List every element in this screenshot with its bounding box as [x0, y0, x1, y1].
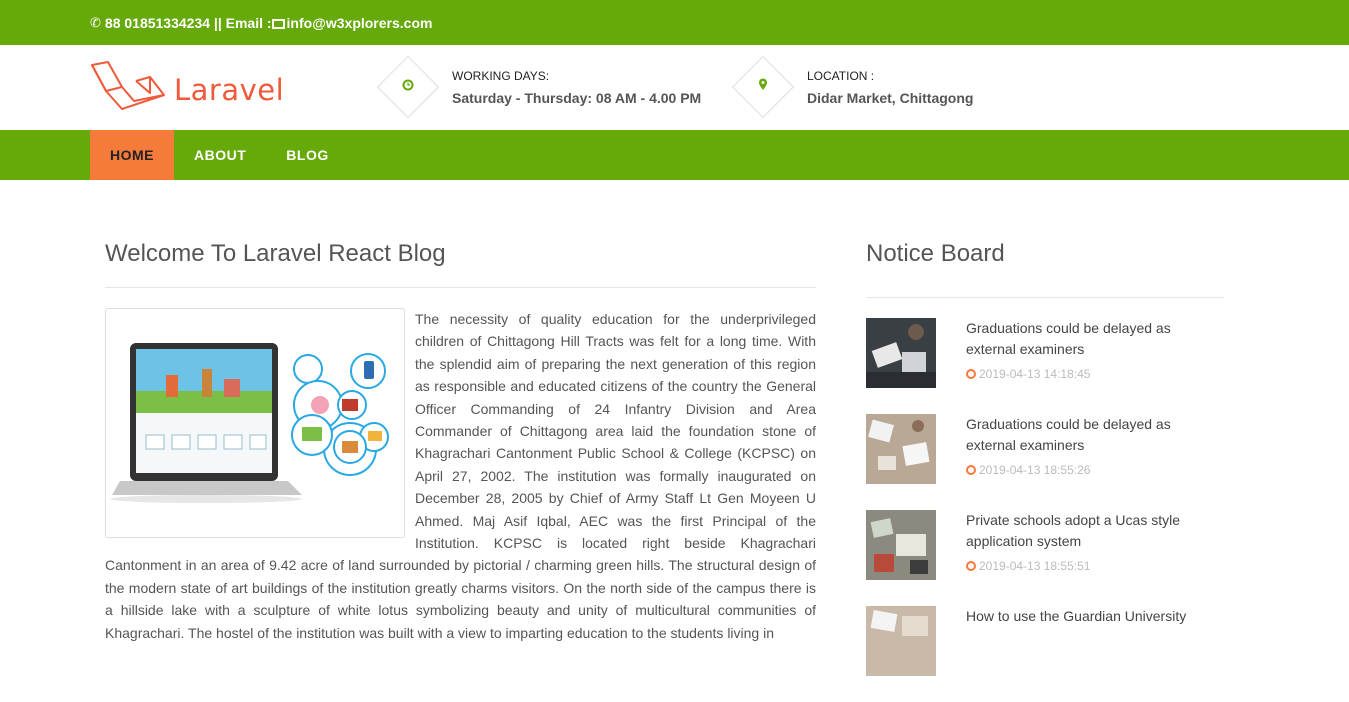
nav-blog[interactable]: BLOG: [266, 130, 348, 180]
clock-icon: [402, 78, 414, 96]
location-value: Didar Market, Chittagong: [807, 89, 974, 106]
notice-item[interactable]: Private schools adopt a Ucas style appli…: [866, 510, 1224, 606]
clock-icon: [966, 465, 976, 475]
page-title: Welcome To Laravel React Blog: [105, 238, 816, 288]
email-label: Email :: [225, 14, 272, 31]
separator: ||: [213, 14, 222, 31]
phone-number: 88 01851334234: [104, 14, 211, 31]
notice-board: Notice Board Graduations could be delaye…: [866, 238, 1224, 702]
main-content: Welcome To Laravel React Blog The necess…: [105, 238, 816, 644]
article: The necessity of quality education for t…: [105, 308, 816, 644]
notice-thumbnail: [866, 510, 936, 580]
map-pin-icon: [758, 78, 768, 96]
notice-title[interactable]: Graduations could be delayed as external…: [966, 318, 1224, 360]
notice-thumbnail: [866, 318, 936, 388]
feature-image: [105, 308, 405, 538]
nav-about[interactable]: ABOUT: [174, 130, 266, 180]
notice-title[interactable]: Graduations could be delayed as external…: [966, 414, 1224, 456]
clock-icon: [966, 369, 976, 379]
location-badge: [731, 55, 795, 119]
site-header: Laravel WORKING DAYS: Saturday - Thursda…: [0, 45, 1349, 130]
location-label: LOCATION :: [807, 68, 875, 83]
notice-title[interactable]: How to use the Guardian University: [966, 606, 1186, 627]
notice-item[interactable]: Graduations could be delayed as external…: [866, 318, 1224, 414]
working-days-value: Saturday - Thursday: 08 AM - 4.00 PM: [452, 89, 702, 106]
laravel-logo-icon: [91, 61, 165, 110]
notice-date: 2019-04-13 18:55:51: [979, 559, 1091, 573]
working-days-badge: [376, 55, 440, 119]
notice-item[interactable]: How to use the Guardian University: [866, 606, 1224, 702]
notice-item[interactable]: Graduations could be delayed as external…: [866, 414, 1224, 510]
laptop-illustration-icon: [106, 309, 404, 537]
notice-board-title: Notice Board: [866, 238, 1224, 298]
email-link[interactable]: info@w3xplorers.com: [287, 15, 433, 31]
clock-icon: [966, 561, 976, 571]
main-navigation: HOME ABOUT BLOG: [0, 130, 1349, 180]
top-contact-bar: ✆ 88 01851334234 || Email : info@w3xplor…: [0, 0, 1349, 45]
working-days-label: WORKING DAYS:: [452, 68, 550, 83]
envelope-icon: [271, 18, 285, 29]
brand-logo[interactable]: Laravel: [90, 61, 284, 111]
notice-date: 2019-04-13 18:55:26: [979, 463, 1091, 477]
location-info: LOCATION : Didar Market, Chittagong: [731, 55, 974, 119]
notice-title[interactable]: Private schools adopt a Ucas style appli…: [966, 510, 1224, 552]
brand-name: Laravel: [174, 73, 285, 107]
phone-icon: ✆: [90, 14, 101, 30]
notice-date: 2019-04-13 14:18:45: [979, 367, 1091, 381]
nav-home[interactable]: HOME: [90, 130, 174, 180]
notice-thumbnail: [866, 414, 936, 484]
notice-thumbnail: [866, 606, 936, 676]
working-days-info: WORKING DAYS: Saturday - Thursday: 08 AM…: [376, 55, 702, 119]
